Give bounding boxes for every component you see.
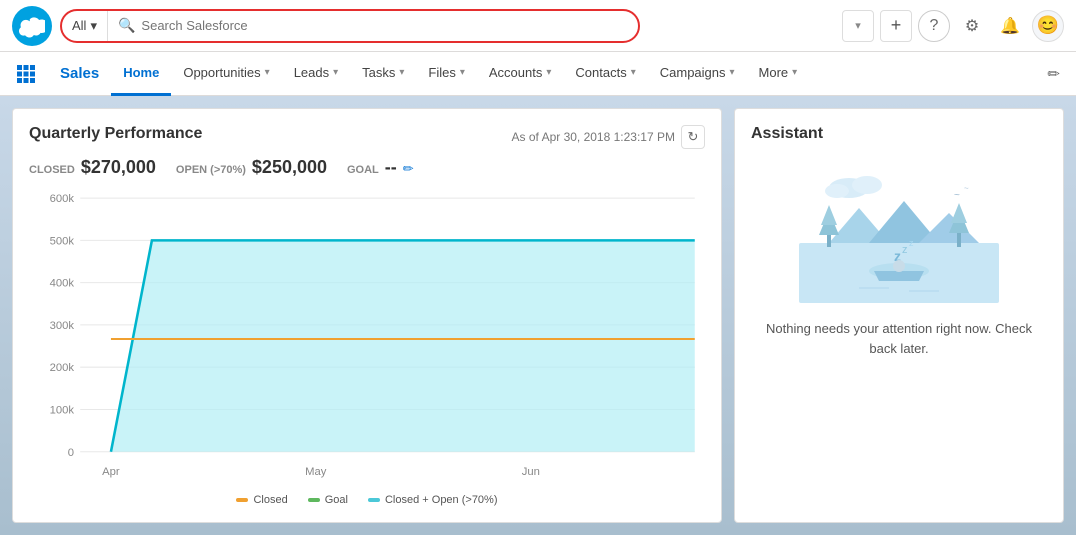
nav-item-contacts[interactable]: Contacts ▾ (563, 52, 647, 96)
user-avatar[interactable]: 😊 (1032, 10, 1064, 42)
chart-title: Quarterly Performance (29, 125, 202, 143)
legend-closed-open: Closed + Open (>70%) (368, 494, 498, 506)
chevron-down-icon: ▾ (792, 67, 797, 78)
legend-dot-closed (236, 498, 248, 502)
legend-dot-closed-open (368, 498, 380, 502)
performance-chart: 600k 500k 400k 300k 200k 100k 0 Apr May … (29, 188, 705, 490)
svg-text:Jun: Jun (522, 466, 540, 478)
chevron-down-icon: ▾ (333, 67, 338, 78)
assistant-message: Nothing needs your attention right now. … (751, 319, 1047, 358)
search-input[interactable] (141, 18, 628, 33)
legend-label-closed: Closed (253, 494, 287, 506)
header-right-icons: ▾ + ? ⚙ 🔔 😊 (842, 10, 1064, 42)
chevron-down-icon: ▾ (546, 67, 551, 78)
svg-text:500k: 500k (50, 235, 75, 247)
salesforce-logo[interactable] (12, 6, 52, 46)
apps-grid-icon[interactable] (8, 56, 44, 92)
nav-item-files[interactable]: Files ▾ (416, 52, 476, 96)
chart-stats: CLOSED $270,000 OPEN (>70%) $250,000 GOA… (29, 157, 705, 178)
header-dropdown-btn[interactable]: ▾ (842, 10, 874, 42)
svg-text:Apr: Apr (102, 466, 120, 478)
help-button[interactable]: ? (918, 10, 950, 42)
settings-button[interactable]: ⚙ (956, 10, 988, 42)
header: All ▾ 🔍 ▾ + ? ⚙ 🔔 😊 (0, 0, 1076, 52)
svg-text:400k: 400k (50, 278, 75, 290)
svg-text:0: 0 (68, 447, 74, 459)
chart-panel: Quarterly Performance As of Apr 30, 2018… (12, 108, 722, 523)
chart-header: Quarterly Performance As of Apr 30, 2018… (29, 125, 705, 149)
legend-dot-goal (308, 498, 320, 502)
search-scope-dropdown[interactable]: All ▾ (62, 11, 108, 41)
chevron-down-icon: ▾ (399, 67, 404, 78)
chart-legend: Closed Goal Closed + Open (>70%) (29, 494, 705, 506)
add-button[interactable]: + (880, 10, 912, 42)
open-label: OPEN (>70%) (176, 164, 246, 176)
svg-text:100k: 100k (50, 405, 75, 417)
search-icon: 🔍 (118, 17, 135, 34)
search-input-area: 🔍 (108, 17, 638, 34)
chevron-down-icon: ▾ (460, 67, 465, 78)
nav-bar: Sales Home Opportunities ▾ Leads ▾ Tasks… (0, 52, 1076, 96)
nav-edit-icon[interactable]: ✏ (1039, 65, 1068, 83)
legend-closed: Closed (236, 494, 287, 506)
chart-date-label: As of Apr 30, 2018 1:23:17 PM (512, 130, 675, 144)
goal-edit-icon[interactable]: ✏ (403, 161, 414, 177)
chart-container: 600k 500k 400k 300k 200k 100k 0 Apr May … (29, 188, 705, 490)
chevron-down-icon: ▾ (265, 67, 270, 78)
nav-item-accounts[interactable]: Accounts ▾ (477, 52, 564, 96)
nav-item-tasks[interactable]: Tasks ▾ (350, 52, 416, 96)
svg-text:z: z (902, 244, 908, 256)
nav-brand[interactable]: Sales (48, 52, 111, 96)
svg-text:600k: 600k (50, 193, 75, 205)
assistant-illustration: z z z ~ ~ (799, 163, 999, 303)
legend-label-goal: Goal (325, 494, 348, 506)
nav-item-more[interactable]: More ▾ (747, 52, 810, 96)
goal-stat: GOAL -- ✏ (347, 157, 414, 178)
main-content: Quarterly Performance As of Apr 30, 2018… (0, 96, 1076, 535)
search-bar[interactable]: All ▾ 🔍 (60, 9, 640, 43)
goal-value: -- (385, 157, 397, 178)
svg-text:300k: 300k (50, 320, 75, 332)
nav-item-campaigns[interactable]: Campaigns ▾ (648, 52, 747, 96)
chart-date-area: As of Apr 30, 2018 1:23:17 PM ↻ (512, 125, 705, 149)
svg-text:z: z (909, 238, 914, 248)
assistant-title: Assistant (751, 125, 823, 143)
legend-label-closed-open: Closed + Open (>70%) (385, 494, 498, 506)
svg-text:~: ~ (954, 190, 960, 201)
notifications-button[interactable]: 🔔 (994, 10, 1026, 42)
closed-value: $270,000 (81, 157, 156, 178)
svg-text:~: ~ (964, 184, 969, 193)
closed-label: CLOSED (29, 164, 75, 176)
search-scope-chevron: ▾ (90, 18, 97, 34)
svg-text:May: May (305, 466, 327, 478)
open-value: $250,000 (252, 157, 327, 178)
nav-item-leads[interactable]: Leads ▾ (282, 52, 350, 96)
svg-text:200k: 200k (50, 362, 75, 374)
goal-label: GOAL (347, 164, 379, 176)
search-scope-label: All (72, 18, 86, 33)
legend-goal: Goal (308, 494, 348, 506)
chevron-down-icon: ▾ (730, 67, 735, 78)
open-stat: OPEN (>70%) $250,000 (176, 157, 327, 178)
nav-item-opportunities[interactable]: Opportunities ▾ (171, 52, 281, 96)
refresh-button[interactable]: ↻ (681, 125, 705, 149)
assistant-panel: Assistant z z (734, 108, 1064, 523)
chevron-down-icon: ▾ (631, 67, 636, 78)
closed-stat: CLOSED $270,000 (29, 157, 156, 178)
nav-item-home[interactable]: Home (111, 52, 171, 96)
